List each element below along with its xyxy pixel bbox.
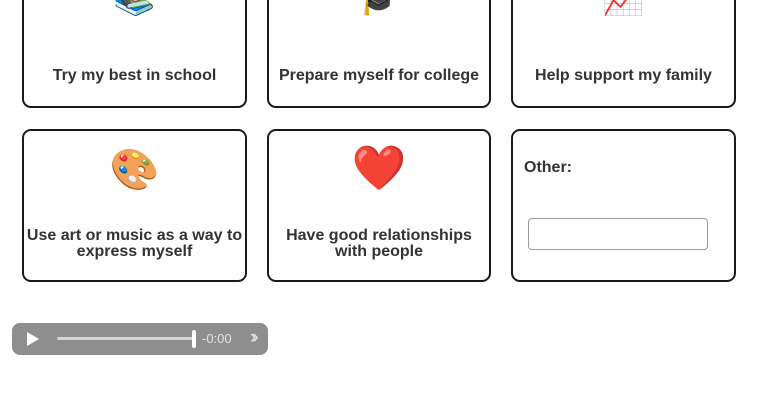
other-label: Other:: [524, 159, 572, 176]
seek-thumb[interactable]: [192, 330, 196, 348]
books-icon: 📚: [24, 0, 245, 18]
heart-icon: ❤️: [351, 144, 407, 193]
audio-player[interactable]: -0:00 ››: [12, 323, 268, 355]
chevrons-right-icon[interactable]: ››: [250, 327, 258, 349]
option-card-other[interactable]: Other:: [511, 129, 736, 282]
time-remaining: -0:00: [202, 331, 232, 346]
option-card-school[interactable]: 📚 Try my best in school: [22, 0, 247, 108]
other-input[interactable]: [528, 218, 708, 250]
option-card-relationships[interactable]: ❤️ Have good relationships with people: [267, 129, 491, 282]
chart-increasing-icon: 📈: [513, 0, 734, 18]
graduation-cap-icon: 🎓: [269, 0, 489, 18]
option-label: Prepare myself for college: [278, 67, 480, 84]
option-label: Use art or music as a way to express mys…: [26, 227, 243, 260]
play-icon[interactable]: [27, 332, 39, 346]
option-label: Try my best in school: [52, 67, 217, 84]
option-card-art-music[interactable]: 🎨 Use art or music as a way to express m…: [22, 129, 247, 282]
option-label: Help support my family: [535, 67, 712, 84]
palette-icon: 🎨: [109, 148, 160, 192]
seek-bar[interactable]: [57, 337, 194, 340]
option-card-college[interactable]: 🎓 Prepare myself for college: [267, 0, 491, 108]
option-label: Have good relationships with people: [286, 227, 472, 260]
option-card-family[interactable]: 📈 Help support my family: [511, 0, 736, 108]
